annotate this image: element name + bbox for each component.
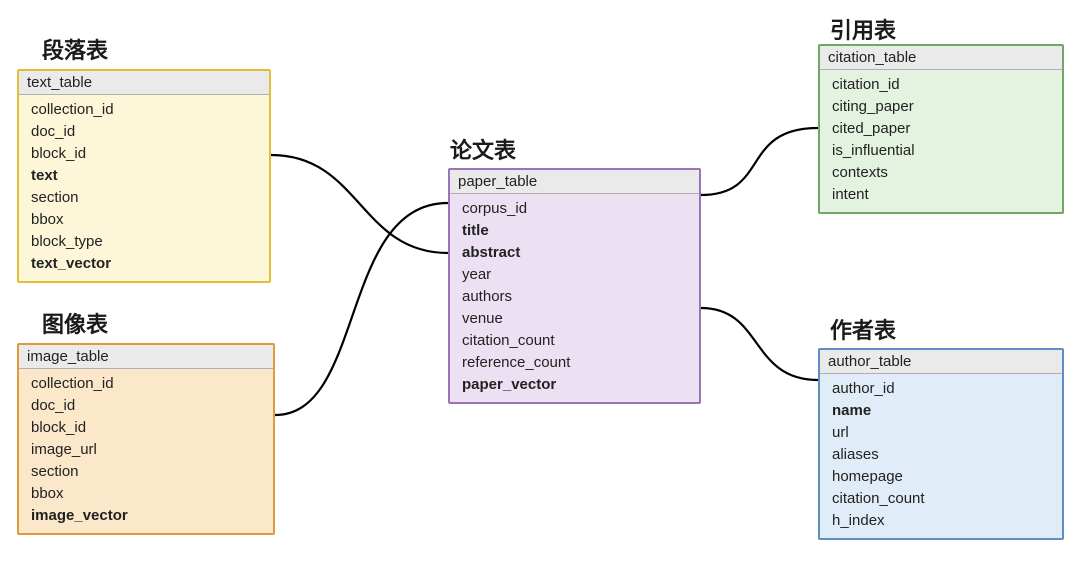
field: doc_id [31,121,259,143]
field: reference_count [462,352,689,374]
title-paper-table: 论文表 [450,133,516,165]
field: image_url [31,439,263,461]
table-image-body: collection_id doc_id block_id image_url … [19,369,273,533]
field: block_id [31,417,263,439]
field: block_id [31,143,259,165]
field: citing_paper [832,96,1052,118]
field: intent [832,184,1052,206]
table-citation-header: citation_table [820,46,1062,70]
field: author_id [832,378,1052,400]
title-text-table: 段落表 [42,33,108,65]
field: bbox [31,483,263,505]
field: citation_count [462,330,689,352]
title-author-table: 作者表 [830,313,896,345]
field: homepage [832,466,1052,488]
field: collection_id [31,373,263,395]
title-image-table: 图像表 [42,307,108,339]
field: name [832,400,1052,422]
table-text: text_table collection_id doc_id block_id… [17,69,271,283]
field: h_index [832,510,1052,532]
field: paper_vector [462,374,689,396]
field: contexts [832,162,1052,184]
field: aliases [832,444,1052,466]
field: cited_paper [832,118,1052,140]
field: citation_count [832,488,1052,510]
field: abstract [462,242,689,264]
table-author-header: author_table [820,350,1062,374]
field: corpus_id [462,198,689,220]
field: text [31,165,259,187]
field: image_vector [31,505,263,527]
table-text-body: collection_id doc_id block_id text secti… [19,95,269,281]
field: year [462,264,689,286]
table-paper: paper_table corpus_id title abstract yea… [448,168,701,404]
field: doc_id [31,395,263,417]
field: url [832,422,1052,444]
table-author-body: author_id name url aliases homepage cita… [820,374,1062,538]
field: collection_id [31,99,259,121]
field: is_influential [832,140,1052,162]
field: text_vector [31,253,259,275]
field: venue [462,308,689,330]
field: authors [462,286,689,308]
table-paper-header: paper_table [450,170,699,194]
field: section [31,461,263,483]
field: section [31,187,259,209]
field: bbox [31,209,259,231]
table-citation-body: citation_id citing_paper cited_paper is_… [820,70,1062,212]
table-author: author_table author_id name url aliases … [818,348,1064,540]
title-citation-table: 引用表 [830,13,896,45]
er-diagram-canvas: 段落表 图像表 论文表 引用表 作者表 text_table collectio… [0,0,1080,586]
table-paper-body: corpus_id title abstract year authors ve… [450,194,699,402]
table-text-header: text_table [19,71,269,95]
table-image-header: image_table [19,345,273,369]
field: citation_id [832,74,1052,96]
table-citation: citation_table citation_id citing_paper … [818,44,1064,214]
table-image: image_table collection_id doc_id block_i… [17,343,275,535]
field: block_type [31,231,259,253]
field: title [462,220,689,242]
